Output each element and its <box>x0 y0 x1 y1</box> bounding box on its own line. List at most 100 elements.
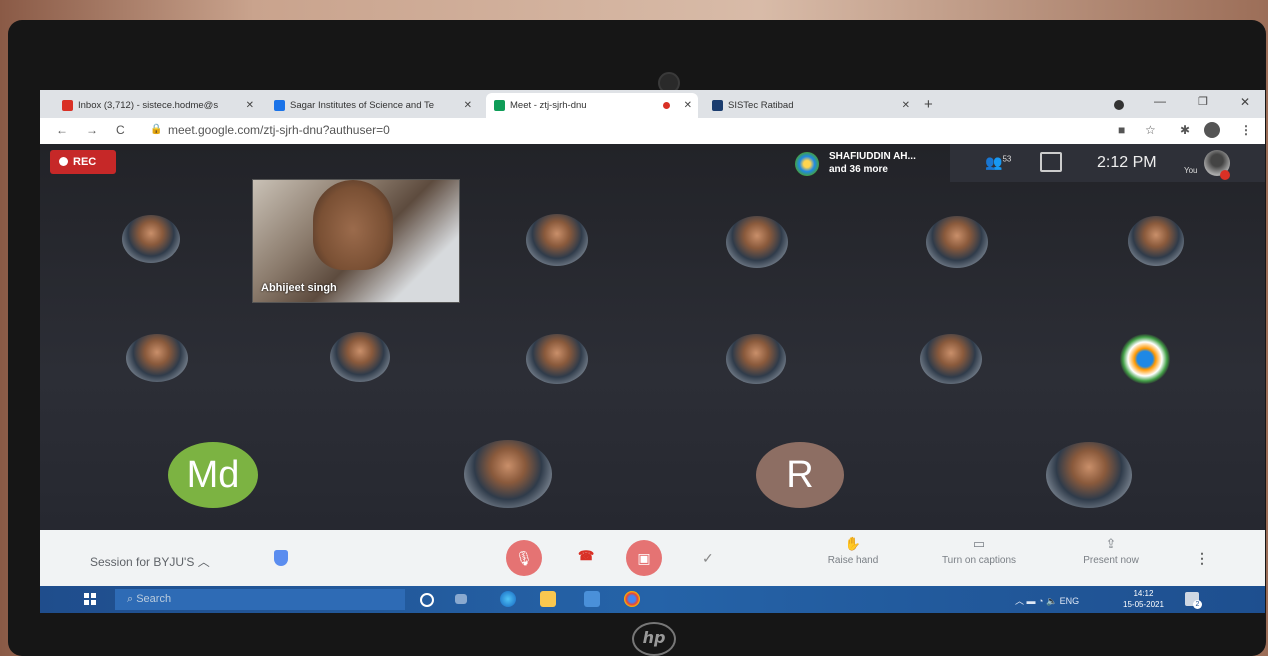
present-now-button[interactable]: ⇪ Present now <box>1056 536 1166 566</box>
raise-hand-label: Raise hand <box>827 555 879 566</box>
more-options-icon[interactable]: ⋮ <box>1195 550 1209 567</box>
hang-up-button[interactable]: ☎ <box>578 548 598 563</box>
participant-count: 53 <box>1002 154 1012 164</box>
browser-tab-bar: Inbox (3,712) - sistece.hodme@s ✕ Sagar I… <box>40 90 1265 118</box>
rec-badge: REC <box>50 150 116 174</box>
participant-tile[interactable] <box>1128 216 1184 266</box>
extensions-icon[interactable]: ✱ <box>1180 123 1190 137</box>
presenter-indicator[interactable]: SHAFIUDDIN AH... and 36 more <box>791 148 951 182</box>
tab-meet[interactable]: Meet - ztj-sjrh-dnu ✕ <box>486 93 698 118</box>
tab-sistec[interactable]: SISTec Ratibad ✕ <box>704 93 916 118</box>
account-avatar[interactable] <box>1204 122 1220 138</box>
participant-tile[interactable] <box>526 334 588 384</box>
cortana-icon[interactable] <box>420 593 434 607</box>
participant-tile[interactable]: Md <box>168 442 258 508</box>
task-view-icon[interactable] <box>455 594 467 604</box>
captions-label: Turn on captions <box>941 555 1017 566</box>
session-details-button[interactable]: Session for BYJU'S ︿ <box>90 553 210 570</box>
back-icon[interactable]: ← <box>56 123 68 137</box>
file-explorer-icon[interactable] <box>540 591 556 607</box>
meeting-clock: 2:12 PM <box>1097 154 1157 171</box>
camera-icon[interactable]: ■ <box>1118 123 1125 137</box>
windows-taskbar: ⌕ Search ︿ ▬ ◔ 🔈 ENG 14:12 15-05-2021 2 <box>40 586 1265 613</box>
close-tab-icon[interactable]: ✕ <box>902 93 910 118</box>
tray-icons: ︿ ▬ ◔ 🔈 <box>1015 596 1060 606</box>
forward-icon[interactable]: → <box>86 123 98 137</box>
captions-button[interactable]: ▭ Turn on captions <box>924 536 1034 566</box>
participant-tile[interactable] <box>920 334 982 384</box>
new-tab-icon[interactable]: + <box>924 96 933 113</box>
store-icon[interactable] <box>584 591 600 607</box>
session-label: Session for BYJU'S <box>90 555 195 569</box>
people-button[interactable]: 👥53 <box>985 154 1011 171</box>
participant-tile[interactable] <box>1046 442 1132 508</box>
site-favicon-icon <box>712 99 723 111</box>
tab-label: Inbox (3,712) - sistece.hodme@s <box>78 100 219 111</box>
participant-name: Abhijeet singh <box>261 282 337 294</box>
close-tab-icon[interactable]: ✕ <box>246 93 254 118</box>
meet-top-bar: 👥53 2:12 PM You <box>950 144 1265 182</box>
presenter-name: SHAFIUDDIN AH... <box>829 151 916 162</box>
lock-icon: 🔒 <box>150 124 163 135</box>
window-close-icon[interactable]: ✕ <box>1240 95 1250 109</box>
tab-gmail[interactable]: Inbox (3,712) - sistece.hodme@s ✕ <box>54 93 260 118</box>
meet-icon <box>494 99 505 111</box>
recording-dot-icon <box>663 102 670 109</box>
taskbar-time: 14:12 <box>1133 589 1154 598</box>
chat-icon[interactable] <box>1040 152 1062 172</box>
taskbar-clock[interactable]: 14:12 15-05-2021 <box>1123 588 1164 610</box>
close-tab-icon[interactable]: ✕ <box>464 93 472 118</box>
participant-tile[interactable] <box>464 440 552 508</box>
chrome-icon[interactable] <box>624 591 640 607</box>
reload-icon[interactable]: C <box>116 123 125 137</box>
check-icon: ✓ <box>702 550 714 566</box>
camera-toggle-button[interactable]: ▣ <box>626 540 662 576</box>
presenter-more: and 36 more <box>829 164 888 175</box>
chevron-up-icon: ︿ <box>197 555 210 569</box>
participant-tile[interactable] <box>1120 334 1170 384</box>
meet-controls-bar: Session for BYJU'S ︿ 🎙 ☎ ▣ ✓ ✋ Raise hand… <box>40 530 1265 586</box>
gmail-icon <box>62 99 73 111</box>
notification-center-icon[interactable]: 2 <box>1185 592 1202 609</box>
tab-sagar[interactable]: Sagar Institutes of Science and Te ✕ <box>266 93 478 118</box>
raise-hand-button[interactable]: ✋ Raise hand <box>798 536 908 566</box>
tab-label: SISTec Ratibad <box>728 100 794 111</box>
restore-icon[interactable]: ❐ <box>1198 95 1208 108</box>
participant-tile[interactable] <box>526 214 588 266</box>
self-view[interactable]: You <box>1184 148 1232 180</box>
mic-toggle-button[interactable]: 🎙 <box>506 540 542 576</box>
edge-icon[interactable] <box>500 591 516 607</box>
participant-tile[interactable] <box>122 215 180 263</box>
minimize-icon[interactable]: — <box>1154 94 1166 108</box>
meet-stage: REC SHAFIUDDIN AH... and 36 more 👥53 2:12… <box>40 144 1265 530</box>
people-icon: 👥 <box>985 154 1003 170</box>
profile-icon[interactable] <box>1114 100 1124 110</box>
featured-video-tile[interactable]: Abhijeet singh <box>252 179 460 303</box>
phone-icon: ☎ <box>578 548 595 563</box>
participant-tile[interactable]: R <box>756 442 844 508</box>
address-bar: ← → C 🔒 meet.google.com/ztj-sjrh-dnu?aut… <box>40 118 1265 145</box>
site-favicon-icon <box>274 99 285 111</box>
mic-off-icon: 🎙 <box>515 550 533 566</box>
present-icon: ⇪ <box>1105 536 1117 551</box>
participant-tile[interactable] <box>330 332 390 382</box>
tab-label: Meet - ztj-sjrh-dnu <box>510 100 587 111</box>
participant-tile[interactable] <box>926 216 988 268</box>
participant-video <box>313 180 393 270</box>
url-field[interactable]: meet.google.com/ztj-sjrh-dnu?authuser=0 <box>168 123 390 137</box>
present-label: Present now <box>1083 555 1139 566</box>
participant-tile[interactable] <box>726 216 788 268</box>
bookmark-star-icon[interactable]: ☆ <box>1145 123 1156 137</box>
close-tab-icon[interactable]: ✕ <box>684 93 692 118</box>
participant-initials: R <box>786 454 814 496</box>
taskbar-date: 15-05-2021 <box>1123 600 1164 609</box>
menu-icon[interactable]: ⋮ <box>1240 123 1252 137</box>
participant-tile[interactable] <box>726 334 786 384</box>
participant-tile[interactable] <box>126 334 188 382</box>
camera-off-icon: ▣ <box>637 550 651 566</box>
shield-icon[interactable] <box>274 550 288 566</box>
windows-start-icon[interactable] <box>84 593 96 605</box>
taskbar-search[interactable]: ⌕ Search <box>115 589 405 610</box>
system-tray[interactable]: ︿ ▬ ◔ 🔈 ENG <box>1015 594 1079 607</box>
participant-initials: Md <box>186 454 240 496</box>
